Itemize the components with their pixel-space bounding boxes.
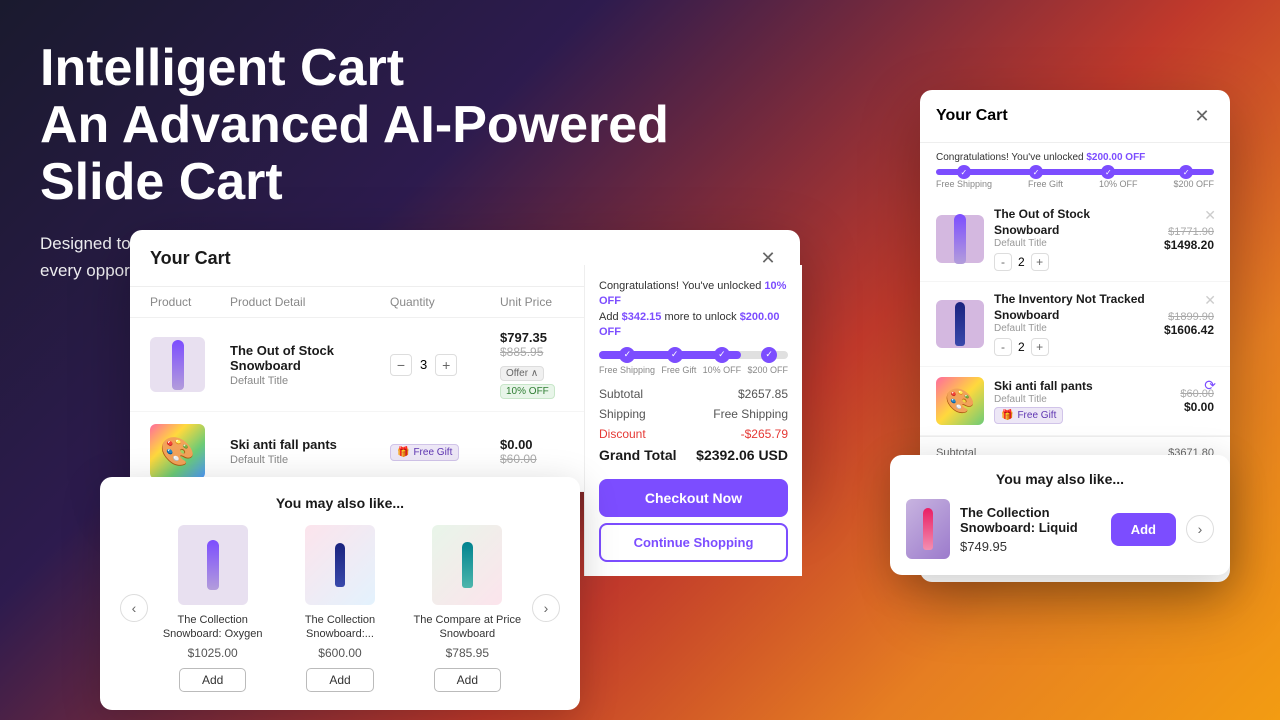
right-item1-delete-button[interactable]: ✕ [1204,207,1216,224]
rec-item1-price: $1025.00 [156,646,269,660]
right-cart-close-button[interactable]: ✕ [1190,104,1214,128]
right-item-1: The Out of Stock Snowboard Default Title… [920,197,1230,282]
right-item1-info: The Out of Stock Snowboard Default Title… [994,207,1154,271]
summary-total: Grand Total $2392.06 USD [599,447,788,463]
rec-item2-add-button[interactable]: Add [306,668,373,692]
progress-dot-3: ✓ [714,347,730,363]
right-dot-2: ✓ [1029,165,1043,179]
right-item1-qty-plus[interactable]: + [1031,253,1049,271]
rec-items: The Collection Snowboard: Oxygen $1025.0… [156,525,524,692]
rec-item-1: The Collection Snowboard: Oxygen $1025.0… [156,525,269,692]
right-item2-qty-minus[interactable]: - [994,338,1012,356]
item1-qty-plus[interactable]: + [435,354,457,376]
right-item2-image [936,300,984,348]
progress-labels: Free Shipping Free Gift 10% OFF $200 OFF [599,365,788,375]
rec-popup-info: The Collection Snowboard: Liquid $749.95 [960,505,1101,554]
right-item-2: The Inventory Not Tracked Snowboard Defa… [920,282,1230,367]
right-cart-header: Your Cart ✕ [920,90,1230,143]
rec-item1-add-button[interactable]: Add [179,668,246,692]
item2-variant: Default Title [230,454,390,466]
right-cart-title: Your Cart [936,107,1008,125]
rec-next-button[interactable]: › [532,594,560,622]
rec-item3-add-button[interactable]: Add [434,668,501,692]
rec-item3-name: The Compare at Price Snowboard [411,613,524,642]
rec-prev-button[interactable]: ‹ [120,594,148,622]
rec-popup-item-name: The Collection Snowboard: Liquid [960,505,1101,535]
summary-discount: Discount -$265.79 [599,427,788,441]
rec-item-2: The Collection Snowboard:... $600.00 Add [283,525,396,692]
progress-bar: ✓ ✓ ✓ ✓ [599,351,788,359]
right-item1-price: $1771.90 $1498.20 [1164,226,1214,252]
right-progress-bar: ✓ ✓ ✓ ✓ [936,169,1214,175]
right-item3-gift-badge: 🎁 Free Gift [994,407,1063,424]
rec-popup-item-price: $749.95 [960,539,1101,554]
item1-quantity-control: − 3 + [390,354,500,376]
right-dot-1: ✓ [957,165,971,179]
right-dot-4: ✓ [1179,165,1193,179]
checkout-now-button[interactable]: Checkout Now [599,479,788,517]
progress-dot-4: ✓ [761,347,777,363]
right-item2-info: The Inventory Not Tracked Snowboard Defa… [994,292,1154,356]
rec-title: You may also like... [120,495,560,511]
right-item1-qty-value: 2 [1018,255,1025,269]
right-item2-qty-value: 2 [1018,340,1025,354]
right-item3-refresh-icon[interactable]: ⟳ [1204,377,1216,394]
rec-popup-next-button[interactable]: › [1186,515,1214,543]
right-item2-qty-plus[interactable]: + [1031,338,1049,356]
right-item2-qty: - 2 + [994,338,1154,356]
item1-offer-badge[interactable]: Offer ∧ [500,366,544,381]
hero-title: Intelligent Cart An Advanced AI-Powered … [40,40,800,212]
rec-item2-price: $600.00 [283,646,396,660]
main-cart-title: Your Cart [150,248,231,269]
right-item-3: 🎨 Ski anti fall pants Default Title 🎁 Fr… [920,367,1230,436]
right-item1-qty: - 2 + [994,253,1154,271]
rec-item3-price: $785.95 [411,646,524,660]
order-summary-overlay: Congratulations! You've unlocked 10% OFF… [584,265,802,576]
item2-gift-badge: 🎁 Free Gift [390,442,500,461]
right-item2-delete-button[interactable]: ✕ [1204,292,1216,309]
progress-dot-2: ✓ [667,347,683,363]
progress-dot-1: ✓ [619,347,635,363]
right-item1-qty-minus[interactable]: - [994,253,1012,271]
right-item3-info: Ski anti fall pants Default Title 🎁 Free… [994,379,1170,425]
item2-details: Ski anti fall pants Default Title [230,437,390,466]
item1-discount-badge: 10% OFF [500,384,555,399]
item1-qty-minus[interactable]: − [390,354,412,376]
item2-image: 🎨 [150,424,205,479]
item1-qty-value: 3 [420,357,427,372]
item1-image [150,337,205,392]
item1-name: The Out of Stock Snowboard [230,343,390,373]
rec-popup-panel: You may also like... The Collection Snow… [890,455,1230,575]
right-item3-image: 🎨 [936,377,984,425]
rec-popup-image [906,499,950,559]
continue-shopping-button[interactable]: Continue Shopping [599,523,788,562]
item1-details: The Out of Stock Snowboard Default Title [230,343,390,387]
rec-item2-name: The Collection Snowboard:... [283,613,396,642]
rec-item2-image [305,525,375,605]
summary-shipping: Shipping Free Shipping [599,407,788,421]
summary-subtotal: Subtotal $2657.85 [599,387,788,401]
recommendations-panel: You may also like... ‹ The Collection Sn… [100,477,580,710]
rec-slider: ‹ The Collection Snowboard: Oxygen $1025… [120,525,560,692]
item2-name: Ski anti fall pants [230,437,390,452]
rec-item-3: The Compare at Price Snowboard $785.95 A… [411,525,524,692]
rec-item1-image [178,525,248,605]
rec-popup-title: You may also like... [906,471,1214,487]
right-item1-image [936,215,984,263]
right-item2-price: $1899.90 $1606.42 [1164,311,1214,337]
right-progress-labels: Free Shipping Free Gift 10% OFF $200 OFF [920,179,1230,189]
unlocked-message: Congratulations! You've unlocked 10% OFF… [599,279,788,341]
right-dot-3: ✓ [1101,165,1115,179]
rec-item3-image [432,525,502,605]
rec-popup-content: The Collection Snowboard: Liquid $749.95… [906,499,1214,559]
rec-popup-add-button[interactable]: Add [1111,513,1176,546]
item1-variant: Default Title [230,375,390,387]
rec-item1-name: The Collection Snowboard: Oxygen [156,613,269,642]
